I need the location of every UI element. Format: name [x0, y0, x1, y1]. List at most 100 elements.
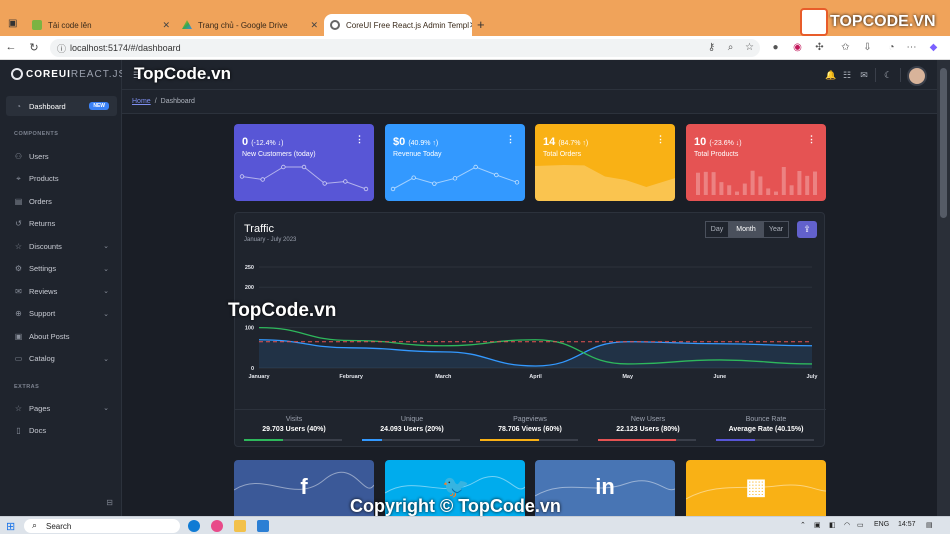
bookmark-star-icon[interactable]: ☆ [744, 42, 755, 53]
bell-icon[interactable]: 🔔 [825, 70, 836, 80]
period-month-button[interactable]: Month [729, 221, 763, 238]
more-options-icon[interactable]: ⋮ [506, 134, 515, 145]
new-tab-icon[interactable]: + [477, 17, 485, 32]
sidebar-item-dashboard[interactable]: ◔ Dashboard NEW [6, 96, 117, 116]
taskbar-search[interactable]: ⌕ Search [24, 519, 180, 533]
sparkline-bar [789, 185, 794, 195]
copilot-icon[interactable]: ◆ [928, 42, 939, 53]
sidebar-item-support[interactable]: ⊕ Support ⌄ [6, 304, 117, 324]
menu-dots-icon[interactable]: ⋯ [906, 42, 917, 53]
browser-tab-2[interactable]: Trang chủ - Google Drive ✕ [176, 14, 324, 36]
sidebar-brand[interactable]: COREUI REACT.JS [11, 68, 126, 80]
download-icon[interactable]: ⇩ [862, 42, 873, 53]
reload-icon[interactable]: ↻ [27, 41, 41, 54]
sidebar-item-products[interactable]: ⌖ Products [6, 169, 117, 189]
sidebar-item-discounts[interactable]: ☆ Discounts ⌄ [6, 236, 117, 256]
sidebar: COREUI REACT.JS ◔ Dashboard NEW COMPONEN… [0, 60, 125, 516]
extension-icon[interactable]: ● [770, 42, 781, 53]
browser-app-icon[interactable] [211, 520, 223, 532]
sparkline-bar [727, 185, 732, 195]
sparkline-bar [696, 172, 700, 195]
tray-app-icon[interactable]: ◧ [829, 521, 836, 529]
profile-icon[interactable]: ◔ [886, 42, 897, 53]
favorites-icon[interactable]: ✩ [840, 42, 851, 53]
browser-tab-3-active[interactable]: CoreUI Free React.js Admin Templ ✕ [324, 14, 472, 36]
zoom-icon[interactable]: ⌕ [725, 42, 736, 53]
sidebar-item-docs[interactable]: ▯ Docs [6, 421, 117, 441]
sidebar-item-orders[interactable]: ▤ Orders [6, 191, 117, 211]
url-field[interactable]: ⓘ localhost:5174/#/dashboard [50, 39, 760, 57]
sparkline-line [241, 166, 367, 190]
windows-start-icon[interactable]: ⊞ [6, 520, 15, 533]
language-indicator[interactable]: ENG [874, 521, 889, 528]
moon-icon[interactable]: ☾ [883, 70, 893, 80]
sidebar-item-catalog[interactable]: ▭ Catalog ⌄ [6, 349, 117, 369]
close-tab-icon[interactable]: ✕ [162, 20, 170, 31]
header-divider [900, 68, 901, 82]
period-day-button[interactable]: Day [705, 221, 729, 238]
breadcrumb-separator: / [154, 98, 157, 105]
x-tick-label: April [529, 374, 542, 380]
sidebar-item-about-posts[interactable]: ▣ About Posts [6, 326, 117, 346]
browser-tab-1[interactable]: Tải code lên ✕ [26, 14, 176, 36]
list-icon[interactable]: ☷ [842, 70, 852, 80]
avatar[interactable] [907, 66, 927, 86]
stat-label: Unique [400, 416, 424, 423]
sparkline-bar [719, 182, 724, 195]
close-tab-icon[interactable]: ✕ [310, 20, 318, 31]
widget-card: 0 (-12.4% ↓) New Customers (today) ⋮ [234, 124, 374, 201]
site-info-icon[interactable]: ⓘ [57, 42, 66, 55]
section-title-components: COMPONENTS [14, 131, 59, 137]
sparkline-area [535, 165, 675, 201]
doc-icon: ▯ [16, 426, 21, 435]
key-icon[interactable]: ⚷ [706, 42, 717, 53]
breadcrumb-home-link[interactable]: Home [132, 98, 151, 105]
sidebar-toggle-icon[interactable]: ⊟ [106, 498, 113, 507]
sparkline-point [343, 179, 348, 184]
traffic-stat: Bounce Rate Average Rate (40.15%) [707, 410, 825, 449]
sidebar-item-label: Returns [29, 219, 56, 228]
vscode-icon[interactable] [257, 520, 269, 532]
sidebar-item-returns[interactable]: ↺ Returns [6, 214, 117, 234]
tab-actions-icon[interactable]: ▣ [8, 18, 17, 29]
sparkline-bar [813, 171, 817, 195]
stat-value: 24.093 Users (20%) [380, 426, 444, 433]
tray-chevron-icon[interactable]: ⌃ [800, 521, 806, 529]
sidebar-item-settings[interactable]: ⚙ Settings ⌄ [6, 259, 117, 279]
back-icon[interactable]: ← [4, 41, 18, 53]
post-icon: ▣ [14, 331, 23, 341]
tray-app-icon[interactable]: ▣ [814, 521, 821, 529]
close-tab-icon[interactable]: ✕ [469, 20, 472, 31]
battery-icon[interactable]: ▭ [857, 521, 864, 529]
chevron-down-icon: ⌄ [103, 405, 109, 412]
vpn-icon[interactable]: ◉ [792, 42, 803, 53]
breadcrumb-current: Dashboard [160, 98, 195, 105]
download-button[interactable]: ⇪ [797, 221, 817, 238]
wifi-icon[interactable]: ◠ [844, 521, 850, 529]
sidebar-item-pages[interactable]: ☆ Pages ⌄ [6, 398, 117, 418]
notification-icon[interactable]: ▤ [926, 521, 933, 529]
sidebar-item-reviews[interactable]: ✉ Reviews ⌄ [6, 281, 117, 301]
sparkline-bar [805, 175, 810, 195]
puzzle-icon[interactable]: ✣ [814, 42, 825, 53]
clock-time[interactable]: 14:57 [898, 521, 916, 528]
envelope-icon[interactable]: ✉ [859, 70, 869, 80]
sparkline-bar [711, 172, 716, 195]
file-explorer-icon[interactable] [234, 520, 246, 532]
coreui-favicon-icon [330, 20, 340, 30]
more-options-icon[interactable]: ⋮ [807, 134, 816, 145]
period-year-button[interactable]: Year [763, 221, 789, 238]
x-tick-label: February [339, 374, 363, 380]
widget-sparkline [535, 165, 675, 201]
sidebar-item-users[interactable]: ⚇ Users [6, 146, 117, 166]
sparkline-point [514, 180, 520, 185]
stat-progress-fill [244, 439, 284, 441]
stat-progress [362, 439, 460, 441]
edge-icon[interactable] [188, 520, 200, 532]
scrollbar-thumb[interactable] [940, 68, 947, 218]
more-options-icon[interactable]: ⋮ [355, 134, 364, 145]
breadcrumb: Home / Dashboard [122, 90, 937, 114]
sparkline-point [281, 164, 286, 170]
more-options-icon[interactable]: ⋮ [656, 134, 665, 145]
sparkline-point [239, 174, 245, 179]
